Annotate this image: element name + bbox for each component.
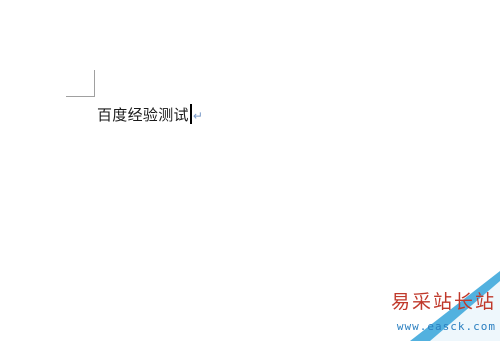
watermark-title: 易采站长站 <box>390 291 496 313</box>
document-text[interactable]: 百度经验测试 <box>97 104 189 125</box>
margin-mark-vertical <box>94 70 95 97</box>
text-cursor <box>189 104 192 124</box>
document-page[interactable]: 百度经验测试 ↵ 易采站长站 www.easck.com <box>0 0 500 341</box>
watermark-url: www.easck.com <box>396 320 496 333</box>
margin-mark-horizontal <box>66 96 95 97</box>
paragraph-mark-icon: ↵ <box>192 109 203 123</box>
document-text-line[interactable]: 百度经验测试 ↵ <box>97 103 203 125</box>
margin-corner-mark <box>66 70 95 97</box>
site-watermark: 易采站长站 www.easck.com <box>350 271 500 341</box>
